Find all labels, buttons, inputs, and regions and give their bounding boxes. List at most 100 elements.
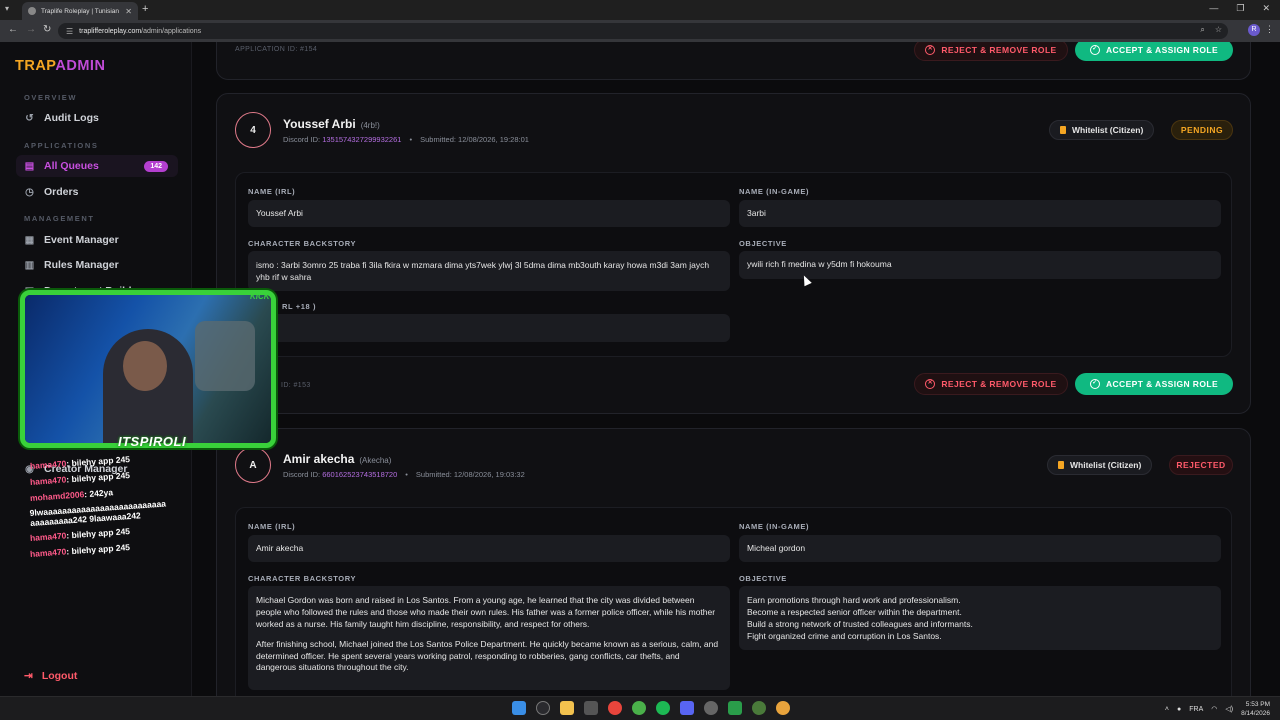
applicant-meta: Discord ID: 1351574327299932261 • Submit…: [283, 135, 529, 144]
backstory-field: ismo : 3arbi 3omro 25 traba fi 3ila fkir…: [248, 251, 730, 291]
role-tag: Whitelist (Citizen): [1047, 455, 1153, 475]
history-icon: ↺: [25, 112, 34, 124]
bookmark-star-icon[interactable]: ☆: [1215, 25, 1222, 35]
application-id: APPLICATION ID: #154: [235, 46, 318, 53]
file-explorer-icon[interactable]: [560, 701, 574, 715]
application-card: A Amir akecha (Akecha) Discord ID: 660162…: [216, 428, 1251, 696]
role-tag: Whitelist (Citizen): [1049, 120, 1155, 140]
logout-button[interactable]: ⇥ Logout: [24, 670, 77, 682]
field-label: NAME (IN-GAME): [739, 187, 810, 196]
calendar-icon: ▦: [24, 234, 35, 246]
language-indicator[interactable]: FRA: [1189, 706, 1203, 713]
store-icon[interactable]: [584, 701, 598, 715]
webcam-overlay: [20, 290, 276, 448]
name-ingame-field: Micheal gordon: [739, 535, 1221, 562]
objective-field: ywili rich fi medina w y5dm fi hokouma: [739, 251, 1221, 279]
new-tab-icon[interactable]: +: [142, 3, 148, 15]
spotify-icon[interactable]: [656, 701, 670, 715]
reject-remove-role-button[interactable]: ✕ REJECT & REMOVE ROLE: [914, 42, 1068, 61]
queue-count-badge: 142: [144, 160, 168, 172]
status-badge: PENDING: [1171, 120, 1233, 140]
omnibox-actions: ⌕ ☆: [1200, 25, 1222, 35]
chrome-icon[interactable]: [608, 701, 622, 715]
accept-assign-role-button[interactable]: ✓ ACCEPT & ASSIGN ROLE: [1075, 373, 1233, 395]
search-icon[interactable]: [536, 701, 550, 715]
applicant-handle: (4rb!): [360, 121, 380, 130]
sidebar-item-audit-logs[interactable]: ↺ Audit Logs: [16, 107, 178, 129]
tray-chevron-icon[interactable]: ˄: [1165, 706, 1169, 713]
sidebar-item-event-manager[interactable]: ▦ Event Manager: [16, 229, 178, 251]
zoom-icon[interactable]: ⌕: [1200, 25, 1204, 35]
name-irl-field: Youssef Arbi: [248, 200, 730, 227]
status-badge: REJECTED: [1169, 455, 1233, 475]
chrome-alt-icon[interactable]: [776, 701, 790, 715]
check-circle-icon: ✓: [1089, 45, 1100, 55]
maximize-icon[interactable]: ❐: [1236, 3, 1244, 14]
objective-line: Become a respected senior officer within…: [747, 606, 962, 617]
address-bar: ← → ↻ ☰ traplifferoleplay.com/admin/appl…: [0, 20, 1280, 42]
reload-icon[interactable]: ↻: [43, 24, 51, 35]
app-icon[interactable]: [632, 701, 646, 715]
clock[interactable]: 5:53 PM 8/14/2026: [1241, 700, 1270, 718]
steam-icon[interactable]: [704, 701, 718, 715]
back-icon[interactable]: ←: [8, 24, 18, 35]
volume-icon[interactable]: ◁): [1225, 705, 1233, 713]
avatar: A: [235, 447, 271, 483]
discord-icon[interactable]: [680, 701, 694, 715]
application-fields: NAME (IRL) Amir akecha NAME (IN-GAME) Mi…: [235, 507, 1232, 696]
sidebar-item-rules-manager[interactable]: ▥ Rules Manager: [16, 254, 178, 276]
field-label: NAME (IRL): [248, 187, 296, 196]
profile-avatar[interactable]: R: [1248, 24, 1260, 36]
wifi-icon[interactable]: ◠: [1211, 705, 1217, 713]
close-tab-icon[interactable]: ✕: [125, 7, 132, 16]
close-window-icon[interactable]: ✕: [1262, 3, 1270, 14]
sidebar-item-all-queues[interactable]: ▤ All Queues 142: [16, 155, 178, 177]
app-logo[interactable]: TRAPADMIN: [15, 58, 105, 74]
accept-assign-role-button[interactable]: ✓ ACCEPT & ASSIGN ROLE: [1075, 42, 1233, 61]
field-label: CHARACTER BACKSTORY: [248, 239, 357, 248]
kick-logo: KICK: [250, 292, 270, 301]
game-icon[interactable]: [752, 701, 766, 715]
field-label: OBJECTIVE: [739, 239, 787, 248]
backstory-paragraph: After finishing school, Michael joined t…: [256, 638, 719, 673]
tab-search-icon[interactable]: ▾: [5, 4, 15, 14]
kick-app-icon[interactable]: [728, 701, 742, 715]
section-applications: APPLICATIONS: [24, 141, 99, 150]
x-circle-icon: ✕: [925, 45, 936, 55]
discord-id[interactable]: 1351574327299932261: [322, 135, 401, 144]
stream-chat: hama470: bilehy app 245 hama470: bilehy …: [29, 454, 205, 562]
objective-line: Fight organized crime and corruption in …: [747, 630, 942, 641]
section-overview: OVERVIEW: [24, 93, 78, 102]
reject-remove-role-button[interactable]: ✕ REJECT & REMOVE ROLE: [914, 373, 1068, 395]
age-field: [248, 314, 730, 342]
url-input[interactable]: ☰ traplifferoleplay.com/admin/applicatio…: [58, 23, 1228, 39]
document-icon: ▤: [24, 160, 35, 172]
objective-line: Build a strong network of trusted collea…: [747, 618, 973, 629]
discord-id[interactable]: 660162523743518720: [322, 470, 397, 479]
application-id: ID: #153: [281, 382, 311, 389]
mic-icon[interactable]: ●: [1177, 706, 1181, 713]
main-content: APPLICATION ID: #154 ✕ REJECT & REMOVE R…: [192, 42, 1280, 696]
field-label: NAME (IN-GAME): [739, 522, 810, 531]
document-icon: [1060, 126, 1066, 134]
clock-icon: ◷: [25, 186, 34, 198]
applicant-name: Amir akecha (Akecha): [283, 452, 392, 466]
field-label: OBJECTIVE: [739, 574, 787, 583]
browser-tab[interactable]: Traplife Roleplay | Tunisian GTA... ✕: [22, 2, 138, 20]
field-label: NAME (IRL): [248, 522, 296, 531]
windows-start-icon[interactable]: [512, 701, 526, 715]
site-info-icon[interactable]: ☰: [66, 27, 73, 36]
sidebar-item-orders[interactable]: ◷ Orders: [16, 181, 178, 203]
x-circle-icon: ✕: [925, 379, 936, 389]
logout-icon: ⇥: [24, 670, 33, 682]
avatar: 4: [235, 112, 271, 148]
objective-field: Earn promotions through hard work and pr…: [739, 586, 1221, 650]
applicant-handle: (Akecha): [359, 456, 392, 465]
applicant-meta: Discord ID: 660162523743518720 • Submitt…: [283, 470, 525, 479]
application-card: 4 Youssef Arbi (4rb!) Discord ID: 1351574…: [216, 93, 1251, 414]
forward-icon[interactable]: →: [26, 24, 36, 35]
minimize-icon[interactable]: —: [1209, 3, 1218, 14]
menu-icon[interactable]: ⋮: [1265, 24, 1274, 35]
application-card: APPLICATION ID: #154 ✕ REJECT & REMOVE R…: [216, 42, 1251, 80]
taskbar-apps: [512, 701, 790, 715]
